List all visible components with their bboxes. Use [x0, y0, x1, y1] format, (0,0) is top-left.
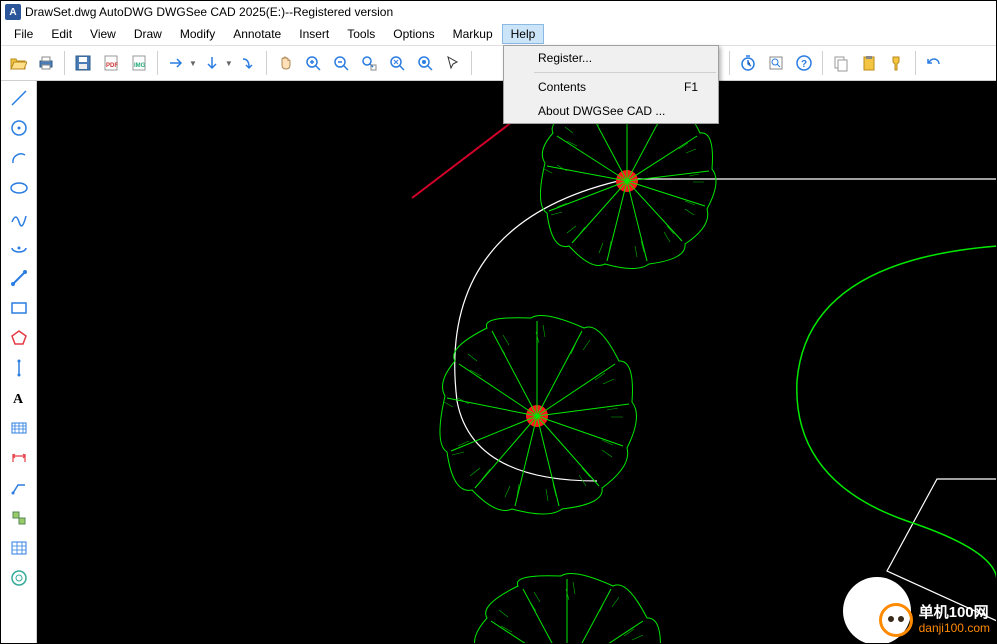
spline-tool[interactable]	[6, 205, 32, 231]
window-title: DrawSet.dwg AutoDWG DWGSee CAD 2025(E:)-…	[25, 5, 393, 19]
watermark: 单机100网 danji100.com	[879, 603, 990, 637]
save-button[interactable]	[70, 50, 96, 76]
menu-contents-shortcut: F1	[684, 80, 698, 94]
find-button[interactable]	[763, 50, 789, 76]
polygon-tool[interactable]	[6, 325, 32, 351]
menu-help[interactable]: Help	[502, 24, 545, 44]
svg-text:PDF: PDF	[106, 63, 118, 69]
leader-tool[interactable]	[6, 475, 32, 501]
arrow-curve-button[interactable]	[235, 50, 261, 76]
ellipse-arc-tool[interactable]	[6, 235, 32, 261]
menu-separator	[534, 72, 716, 73]
svg-text:?: ?	[801, 59, 807, 70]
menu-register[interactable]: Register...	[504, 46, 718, 70]
copy-button[interactable]	[828, 50, 854, 76]
menu-about[interactable]: About DWGSee CAD ...	[504, 99, 718, 123]
block-tool[interactable]	[6, 505, 32, 531]
menu-register-label: Register...	[538, 51, 592, 65]
undo-button[interactable]	[921, 50, 947, 76]
menu-draw[interactable]: Draw	[125, 24, 171, 44]
zoom-extents-button[interactable]	[412, 50, 438, 76]
diagonal-tool[interactable]	[6, 265, 32, 291]
dropdown-icon[interactable]: ▼	[189, 59, 197, 68]
svg-text:A: A	[13, 392, 24, 407]
menu-options[interactable]: Options	[384, 24, 443, 44]
menu-tools[interactable]: Tools	[338, 24, 384, 44]
zoom-window-button[interactable]	[384, 50, 410, 76]
hatch-tool[interactable]	[6, 415, 32, 441]
toolbar-separator	[64, 51, 65, 75]
export-img-button[interactable]: IMG	[126, 50, 152, 76]
watermark-logo-icon	[879, 603, 913, 637]
svg-text:IMG: IMG	[134, 63, 146, 69]
circle-tool[interactable]	[6, 115, 32, 141]
menu-contents[interactable]: Contents F1	[504, 75, 718, 99]
arc-tool[interactable]	[6, 145, 32, 171]
zoom-fit-button[interactable]	[356, 50, 382, 76]
arrow-button[interactable]	[163, 50, 189, 76]
menu-file[interactable]: File	[5, 24, 42, 44]
menu-contents-label: Contents	[538, 80, 586, 94]
app-icon: A	[5, 4, 21, 20]
open-button[interactable]	[5, 50, 31, 76]
canvas-svg	[37, 81, 996, 643]
menu-about-label: About DWGSee CAD ...	[538, 104, 665, 118]
cursor-button[interactable]	[440, 50, 466, 76]
print-button[interactable]	[33, 50, 59, 76]
menu-markup[interactable]: Markup	[444, 24, 502, 44]
region-tool[interactable]	[6, 565, 32, 591]
toolbar-separator	[822, 51, 823, 75]
format-brush-button[interactable]	[884, 50, 910, 76]
stopwatch-button[interactable]	[735, 50, 761, 76]
vertical-line-tool[interactable]	[6, 355, 32, 381]
menu-edit[interactable]: Edit	[42, 24, 81, 44]
menu-modify[interactable]: Modify	[171, 24, 224, 44]
watermark-line1: 单机100网	[919, 605, 990, 622]
dimension-tool[interactable]	[6, 445, 32, 471]
menu-insert[interactable]: Insert	[290, 24, 338, 44]
help-dropdown: Register... Contents F1 About DWGSee CAD…	[503, 45, 719, 124]
line-tool[interactable]	[6, 85, 32, 111]
toolbar-separator	[471, 51, 472, 75]
paste-button[interactable]	[856, 50, 882, 76]
zoom-out-button[interactable]	[328, 50, 354, 76]
toolbar-separator	[157, 51, 158, 75]
content-row: A	[1, 81, 996, 643]
menu-annotate[interactable]: Annotate	[224, 24, 290, 44]
menu-view[interactable]: View	[81, 24, 125, 44]
rectangle-tool[interactable]	[6, 295, 32, 321]
main-toolbar: PDF IMG ▼ ▼ ?	[1, 45, 996, 81]
toolbar-separator	[266, 51, 267, 75]
help-button[interactable]: ?	[791, 50, 817, 76]
menu-bar: File Edit View Draw Modify Annotate Inse…	[1, 23, 996, 45]
move-down-button[interactable]	[199, 50, 225, 76]
draw-toolbar: A	[1, 81, 37, 643]
zoom-in-button[interactable]	[300, 50, 326, 76]
watermark-line2: danji100.com	[919, 622, 990, 635]
toolbar-separator	[915, 51, 916, 75]
table-tool[interactable]	[6, 535, 32, 561]
dropdown-icon[interactable]: ▼	[225, 59, 233, 68]
toolbar-separator	[729, 51, 730, 75]
drawing-canvas[interactable]	[37, 81, 996, 643]
title-bar: A DrawSet.dwg AutoDWG DWGSee CAD 2025(E:…	[1, 1, 996, 23]
ellipse-tool[interactable]	[6, 175, 32, 201]
export-pdf-button[interactable]: PDF	[98, 50, 124, 76]
text-tool[interactable]: A	[6, 385, 32, 411]
pan-button[interactable]	[272, 50, 298, 76]
